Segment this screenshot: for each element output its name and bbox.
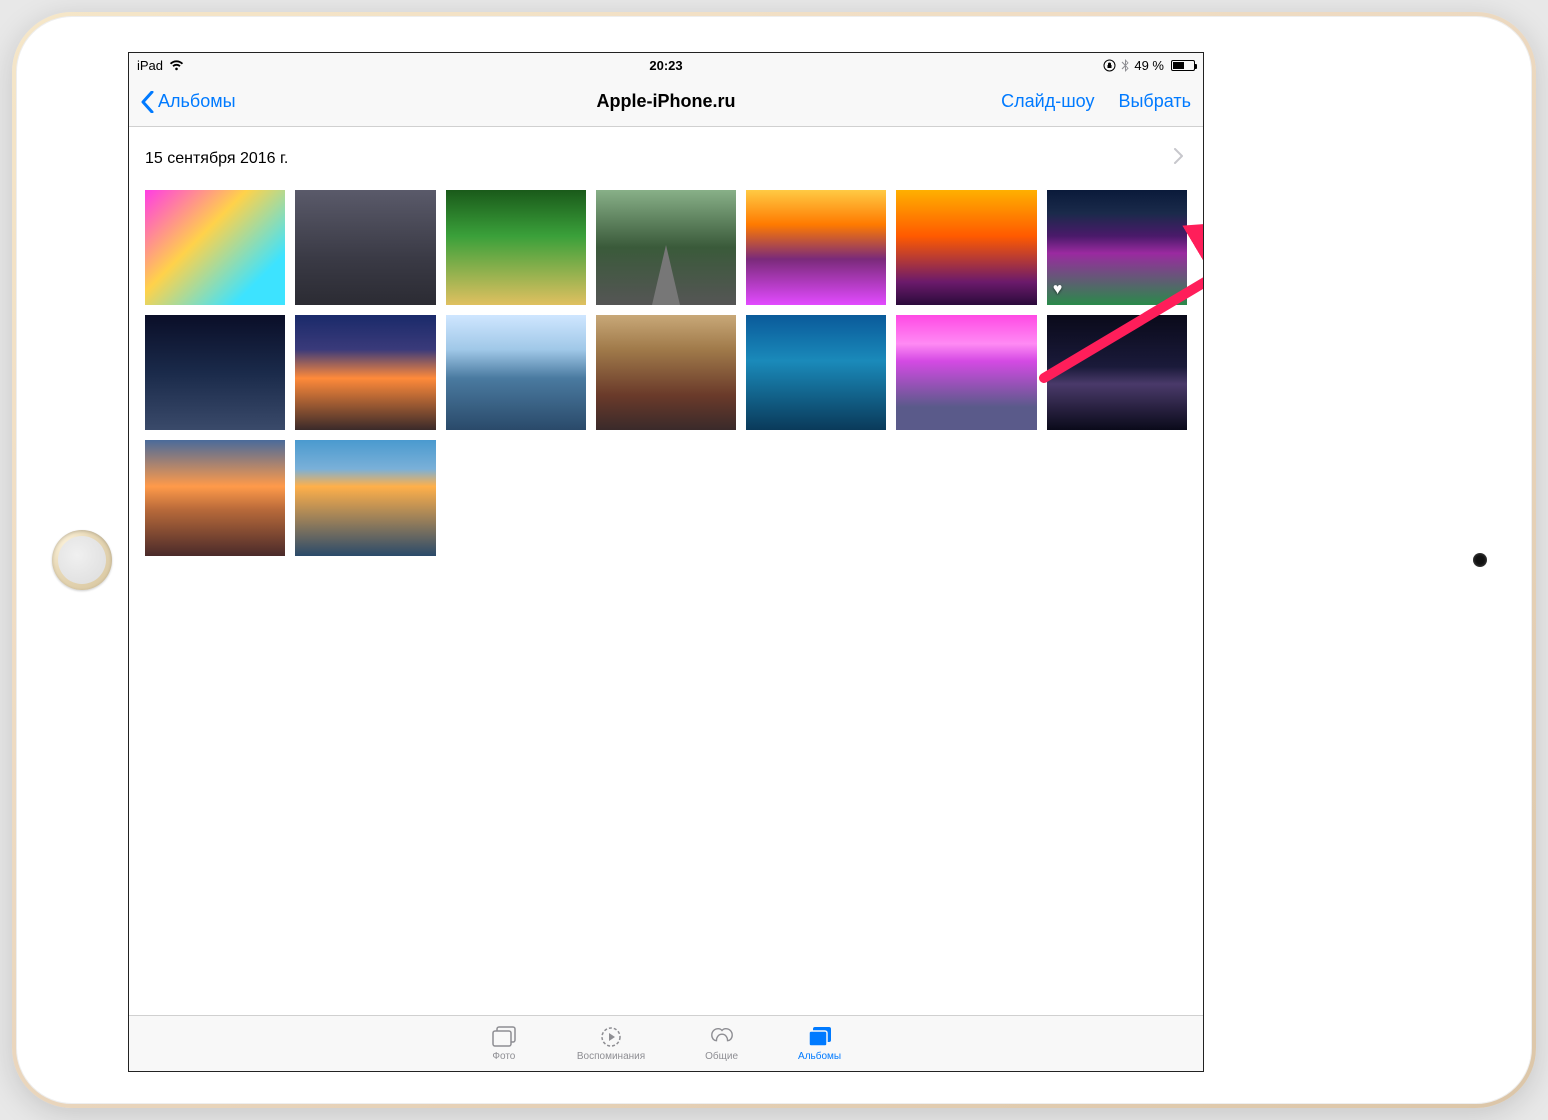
chevron-left-icon [141,91,154,113]
photo-thumbnail[interactable] [746,315,886,430]
photo-grid: ♥ [129,178,1203,568]
photo-thumbnail[interactable] [295,190,435,305]
photo-thumbnail[interactable] [596,190,736,305]
favorite-heart-icon: ♥ [1053,281,1063,299]
photo-image [1047,190,1187,305]
photo-thumbnail[interactable]: ♥ [1047,190,1187,305]
back-label: Альбомы [158,91,236,112]
photo-image [1047,315,1187,430]
shared-tab-icon [709,1026,735,1048]
section-detail-button[interactable] [1173,147,1187,170]
photo-image [596,190,736,305]
photos-tab-icon [491,1026,517,1048]
back-button[interactable]: Альбомы [141,91,236,113]
photo-thumbnail[interactable] [446,190,586,305]
shared-tab-label: Общие [705,1051,738,1062]
status-left: iPad [137,58,184,73]
photo-thumbnail[interactable] [295,315,435,430]
photo-image [295,315,435,430]
content-area[interactable]: 15 сентября 2016 г. ♥ [129,127,1203,1015]
nav-bar: Альбомы Apple-iPhone.ru Слайд-шоу Выбрат… [129,77,1203,127]
select-button[interactable]: Выбрать [1118,91,1191,112]
battery-icon [1169,60,1195,71]
photo-image [746,315,886,430]
tab-bar: Фото Воспоминания Общие [129,1015,1203,1071]
bluetooth-icon [1121,59,1129,72]
wifi-icon [169,60,184,71]
photo-thumbnail[interactable] [295,440,435,555]
tab-shared[interactable]: Общие [705,1026,738,1062]
photo-thumbnail[interactable] [446,315,586,430]
device-label: iPad [137,58,163,73]
photo-image [896,315,1036,430]
front-camera [1473,553,1487,567]
albums-tab-icon [807,1026,833,1048]
memories-tab-icon [598,1026,624,1048]
home-button[interactable] [52,530,112,590]
photo-thumbnail[interactable] [145,315,285,430]
slideshow-button[interactable]: Слайд-шоу [1001,91,1094,112]
photo-image [596,315,736,430]
orientation-lock-icon [1103,59,1116,72]
photo-image [746,190,886,305]
photo-thumbnail[interactable] [1047,315,1187,430]
photo-thumbnail[interactable] [596,315,736,430]
photo-image [295,440,435,555]
page-title: Apple-iPhone.ru [597,91,736,112]
chevron-right-icon [1173,148,1183,164]
status-bar: iPad 20:23 49 % [129,53,1203,77]
section-date: 15 сентября 2016 г. [145,150,288,168]
photo-image [145,315,285,430]
photo-thumbnail[interactable] [145,190,285,305]
screen: iPad 20:23 49 % [128,52,1204,1072]
tab-albums[interactable]: Альбомы [798,1026,841,1062]
photo-image [145,440,285,555]
photos-tab-label: Фото [492,1051,515,1062]
photo-image [145,190,285,305]
status-right: 49 % [1103,58,1195,73]
tab-memories[interactable]: Воспоминания [577,1026,645,1062]
battery-percent: 49 % [1134,58,1164,73]
ipad-frame: iPad 20:23 49 % [12,12,1536,1108]
status-time: 20:23 [649,58,682,73]
albums-tab-label: Альбомы [798,1051,841,1062]
photo-image [446,315,586,430]
photo-thumbnail[interactable] [896,190,1036,305]
photo-image [446,190,586,305]
memories-tab-label: Воспоминания [577,1051,645,1062]
photo-image [896,190,1036,305]
tab-photos[interactable]: Фото [491,1026,517,1062]
photo-image [295,190,435,305]
ipad-inner-frame: iPad 20:23 49 % [16,16,1532,1104]
photo-thumbnail[interactable] [746,190,886,305]
photo-thumbnail[interactable] [145,440,285,555]
section-header: 15 сентября 2016 г. [129,127,1203,178]
photo-thumbnail[interactable] [896,315,1036,430]
